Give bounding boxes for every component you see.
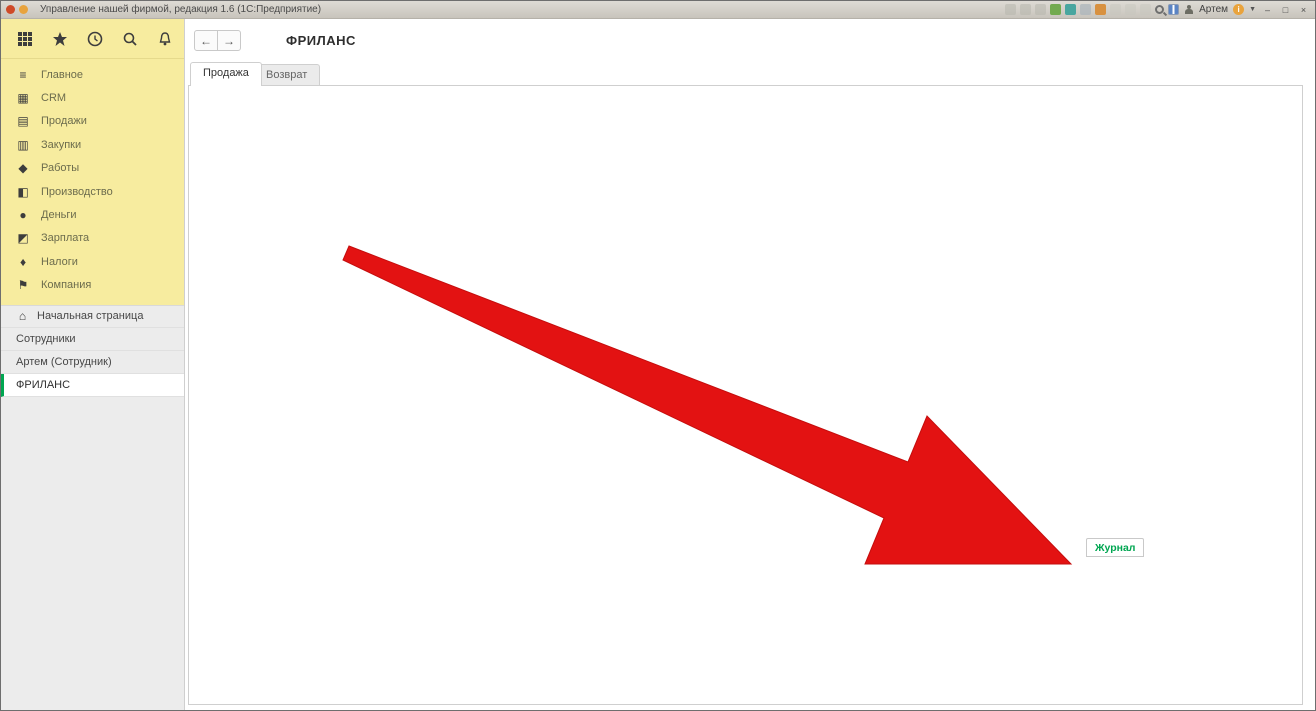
restore-button[interactable]: □ — [1279, 5, 1292, 15]
app-logo-secondary-icon — [19, 5, 28, 14]
preview-icon[interactable] — [1035, 4, 1046, 15]
money-icon: ● — [16, 209, 30, 221]
production-icon: ◧ — [16, 186, 30, 198]
titlebar-tray: Артем i ▼ – □ × — [1005, 4, 1310, 15]
save-icon[interactable] — [1005, 4, 1016, 15]
company-icon: ⚑ — [16, 279, 30, 291]
sidebar-item-label: Компания — [41, 279, 91, 291]
sidebar-sections: ≡ Главное ▦ CRM ▤ Продажи ▥ Закупки ◆ Работы ◧ Прои… — [1, 59, 184, 305]
home-icon: ⌂ — [16, 309, 29, 323]
sidebar-item-label: Производство — [41, 186, 113, 198]
sidebar-nav-label: ФРИЛАНС — [16, 379, 70, 391]
calculator-icon[interactable] — [1065, 4, 1076, 15]
minimize-button[interactable]: – — [1261, 5, 1274, 15]
sidebar-item-label: Зарплата — [41, 232, 89, 244]
history-clock-icon[interactable] — [87, 31, 103, 47]
sidebar-item-taxes[interactable]: ♦ Налоги — [1, 250, 184, 273]
works-icon: ◆ — [16, 162, 30, 174]
sidebar-item-sales[interactable]: ▤ Продажи — [1, 110, 184, 133]
sidebar-nav-label: Сотрудники — [16, 333, 76, 345]
crm-icon: ▦ — [16, 92, 30, 104]
sidebar: ≡ Главное ▦ CRM ▤ Продажи ▥ Закупки ◆ Работы ◧ Прои… — [1, 19, 185, 710]
sales-icon: ▤ — [16, 115, 30, 127]
sidebar-item-label: Работы — [41, 162, 79, 174]
back-button[interactable]: ← — [194, 30, 218, 51]
close-button[interactable]: × — [1297, 5, 1310, 15]
sidebar-item-label: Закупки — [41, 139, 81, 151]
tab-journal[interactable]: Журнал — [1086, 538, 1144, 557]
calendar-icon[interactable] — [1050, 4, 1061, 15]
sidebar-nav-сотрудники[interactable]: Сотрудники — [1, 328, 184, 351]
app-logo-icon — [6, 5, 15, 14]
sidebar-item-label: CRM — [41, 92, 66, 104]
salary-icon: ◩ — [16, 232, 30, 244]
sidebar-item-production[interactable]: ◧ Производство — [1, 180, 184, 203]
page-title: ФРИЛАНС — [286, 33, 356, 48]
sidebar-item-money[interactable]: ● Деньги — [1, 203, 184, 226]
application-window: Управление нашей фирмой, редакция 1.6 (1… — [0, 0, 1316, 711]
sidebar-item-purchases[interactable]: ▥ Закупки — [1, 133, 184, 156]
columns-icon[interactable] — [1168, 4, 1179, 15]
main-icon: ≡ — [16, 69, 30, 81]
m-minus-icon[interactable] — [1125, 4, 1136, 15]
sidebar-nav-фриланс[interactable]: ФРИЛАНС — [1, 374, 184, 397]
window-title: Управление нашей фирмой, редакция 1.6 (1… — [40, 4, 321, 15]
main-panel — [188, 85, 1303, 705]
sidebar-item-label: Продажи — [41, 115, 87, 127]
sidebar-nav-начальная-страница[interactable]: ⌂ Начальная страница — [1, 305, 184, 328]
sidebar-panel-icons — [1, 19, 184, 59]
title-bar: Управление нашей фирмой, редакция 1.6 (1… — [1, 1, 1315, 19]
m-recall-icon[interactable] — [1140, 4, 1151, 15]
sidebar-nav-артем-сотрудник-[interactable]: Артем (Сотрудник) — [1, 351, 184, 374]
search-icon[interactable] — [122, 31, 138, 47]
current-user-label: Артем — [1199, 4, 1228, 15]
sidebar-navigation: ⌂ Начальная страница Сотрудники Артем (Сотр… — [1, 305, 184, 397]
info-icon[interactable]: i — [1233, 4, 1244, 15]
chevron-down-icon[interactable]: ▼ — [1249, 6, 1256, 13]
tab-return[interactable]: Возврат — [253, 64, 320, 86]
user-icon — [1184, 5, 1194, 15]
taxes-icon: ♦ — [16, 256, 30, 268]
sidebar-item-label: Деньги — [41, 209, 77, 221]
compare-icon[interactable] — [1080, 4, 1091, 15]
sidebar-item-crm[interactable]: ▦ CRM — [1, 86, 184, 109]
window-icon[interactable] — [1095, 4, 1106, 15]
sidebar-item-works[interactable]: ◆ Работы — [1, 157, 184, 180]
search-icon[interactable] — [1155, 5, 1164, 14]
sidebar-item-main[interactable]: ≡ Главное — [1, 63, 184, 86]
sidebar-nav-label: Артем (Сотрудник) — [16, 356, 112, 368]
sidebar-item-company[interactable]: ⚑ Компания — [1, 274, 184, 297]
m-plus-icon[interactable] — [1110, 4, 1121, 15]
sidebar-item-salary[interactable]: ◩ Зарплата — [1, 227, 184, 250]
purchases-icon: ▥ — [16, 139, 30, 151]
tray-icons — [1005, 4, 1179, 15]
notifications-bell-icon[interactable] — [157, 31, 173, 47]
tab-sale[interactable]: Продажа — [190, 62, 262, 86]
favorites-star-icon[interactable] — [52, 31, 68, 47]
print-icon[interactable] — [1020, 4, 1031, 15]
sidebar-item-label: Налоги — [41, 256, 78, 268]
sidebar-nav-label: Начальная страница — [37, 310, 143, 322]
menu-grid-icon[interactable] — [17, 31, 33, 47]
forward-button[interactable]: → — [217, 30, 241, 51]
sidebar-item-label: Главное — [41, 69, 83, 81]
